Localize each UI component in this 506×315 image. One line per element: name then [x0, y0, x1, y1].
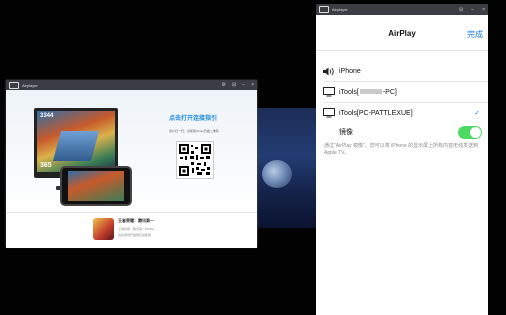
mirroring-note: 通过"AirPlay 镜像"，您可以将 iPhone 的显示屏上所有内容无线发送… — [324, 143, 479, 156]
scan-hint-text: 用户扫一扫，请使用iTools扫描二维码 — [169, 129, 219, 133]
window-title: Airplayer — [22, 82, 38, 88]
airplayer-logo-icon — [319, 6, 329, 13]
mirroring-toggle[interactable] — [458, 125, 482, 139]
connection-guide-stage: 3344 365 点击打开连接指引 用户扫一扫，请使用iTools扫描二维码 — [6, 90, 257, 212]
checkmark-icon: ✓ — [474, 110, 480, 117]
promo-title: 王者荣耀：腾讯第一 — [118, 218, 154, 223]
minimize-button[interactable]: − — [471, 7, 474, 13]
wallpaper-planet — [262, 160, 292, 188]
monitor-icon — [323, 108, 339, 118]
panel-titlebar[interactable]: Airplayer ⊟ − × — [316, 4, 488, 15]
restore-button[interactable]: ⊟ — [459, 7, 463, 13]
promo-line-1: 上线时间：腾讯第一MOBA — [118, 227, 154, 231]
settings-button[interactable]: ⚙ — [221, 80, 225, 90]
minimize-button[interactable]: − — [242, 80, 245, 90]
monitor-icon — [323, 87, 339, 97]
device-name: iTools[PC-PATTLEXUE] — [339, 109, 413, 117]
game-app-icon[interactable] — [93, 218, 114, 240]
airplayer-logo-icon — [9, 81, 19, 89]
window-titlebar[interactable]: Airplayer ⚙ ⊟ − × — [6, 80, 257, 90]
airplay-panel: Airplayer ⊟ − × AirPlay 完成 iPhone iTools… — [316, 4, 488, 315]
qr-code-icon — [176, 141, 214, 179]
game-hud-speed: 365 — [40, 162, 52, 169]
close-button[interactable]: × — [482, 7, 485, 13]
device-row-itools-pc[interactable]: iTools[-PC] — [316, 82, 488, 102]
airplayer-window: Airplayer ⚙ ⊟ − × 3344 365 点击打开连接指引 用户扫一… — [6, 80, 257, 248]
device-name: iTools[-PC] — [339, 88, 397, 96]
game-road — [52, 131, 100, 161]
mirroring-row: 镜像 — [316, 122, 488, 142]
restore-button[interactable]: ⊟ — [232, 80, 236, 90]
redacted-name — [359, 89, 382, 95]
promo-footer: 王者荣耀：腾讯第一 上线时间：腾讯第一MOBA 适合游戏开发者互动使用 — [6, 212, 257, 248]
toggle-knob — [470, 126, 481, 138]
speaker-icon — [323, 67, 339, 76]
done-button[interactable]: 完成 — [467, 29, 483, 40]
device-row-iphone[interactable]: iPhone — [316, 61, 488, 81]
device-row-itools-pattlexue[interactable]: iTools[PC-PATTLEXUE] ✓ — [316, 103, 488, 123]
panel-window-title: Airplayer — [332, 7, 348, 12]
game-hud-score: 3344 — [40, 113, 54, 119]
phone-illustration — [60, 166, 132, 206]
mirroring-label: 镜像 — [339, 129, 353, 136]
airplay-title: AirPlay — [388, 29, 416, 38]
airplay-navbar: AirPlay 完成 — [316, 15, 488, 51]
close-button[interactable]: × — [251, 80, 254, 90]
wallpaper-ocean — [256, 108, 318, 228]
device-name: iPhone — [339, 67, 361, 75]
phone-screen — [68, 171, 124, 201]
connect-guide-link[interactable]: 点击打开连接指引 — [169, 113, 217, 122]
promo-line-2: 适合游戏开发者互动使用 — [118, 233, 152, 237]
